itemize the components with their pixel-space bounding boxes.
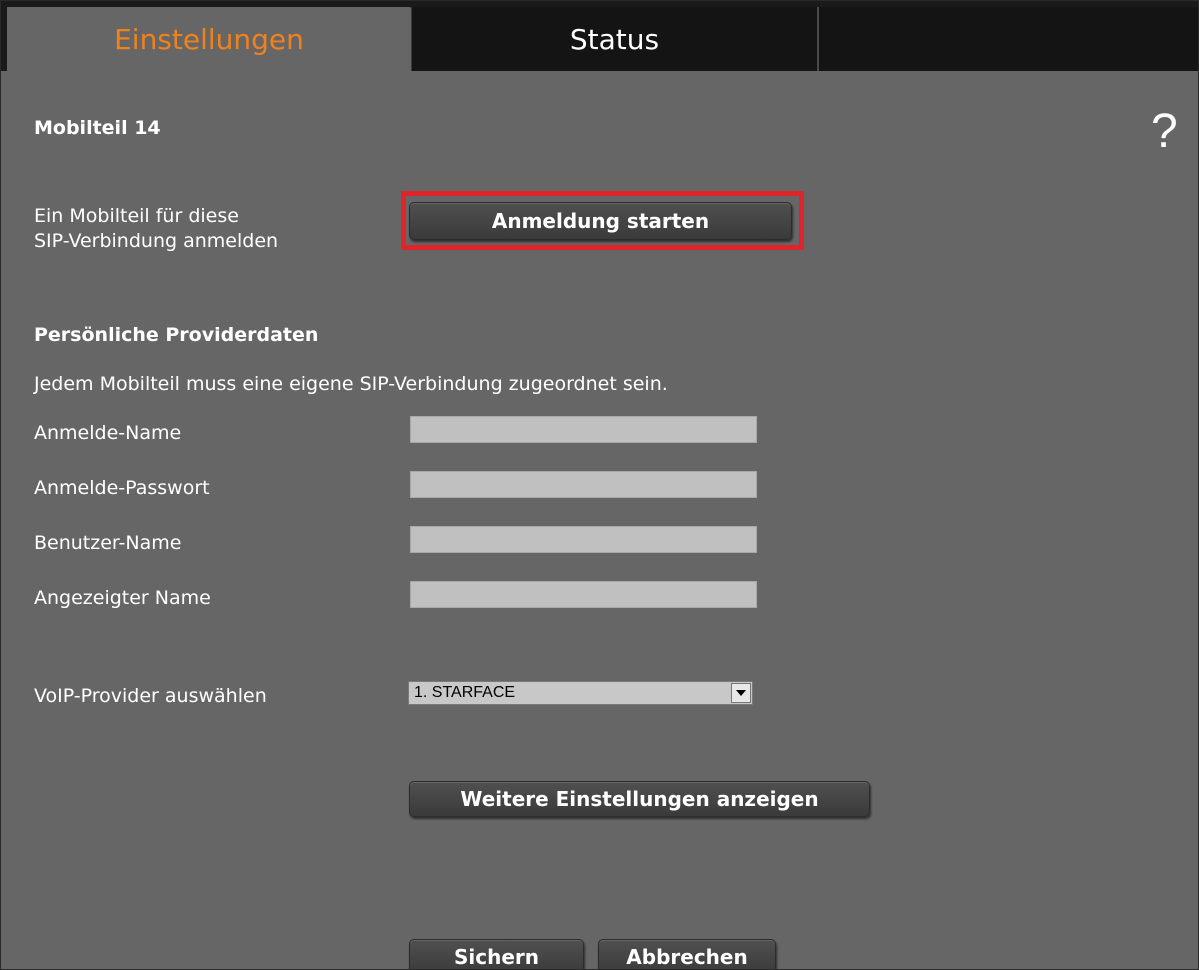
login-name-label: Anmelde-Name [34,422,182,444]
voip-provider-select[interactable]: 1. STARFACE [408,681,753,705]
provider-note: Jedem Mobilteil muss eine eigene SIP-Ver… [34,373,668,395]
voip-provider-selected: 1. STARFACE [414,684,516,701]
page-title: Mobilteil 14 [34,117,161,139]
user-name-label: Benutzer-Name [34,532,182,554]
help-icon[interactable]: ? [1151,102,1178,162]
voip-provider-label: VoIP-Provider auswählen [34,685,267,707]
cancel-button[interactable]: Abbrechen [598,939,776,969]
settings-page: Einstellungen Status Mobilteil 14 ? Ein … [0,0,1199,970]
display-name-label: Angezeigter Name [34,587,211,609]
tab-status[interactable]: Status [411,7,819,71]
chevron-down-icon[interactable] [731,683,751,703]
tab-einstellungen[interactable]: Einstellungen [7,7,411,71]
anmeldung-starten-button[interactable]: Anmeldung starten [409,202,792,240]
login-password-field[interactable] [410,471,757,498]
display-name-field[interactable] [410,581,757,608]
login-password-label: Anmelde-Passwort [34,477,210,499]
more-settings-button[interactable]: Weitere Einstellungen anzeigen [409,781,870,817]
save-button[interactable]: Sichern [409,939,584,969]
tab-bar-filler [819,7,1198,71]
tab-bar: Einstellungen Status [1,1,1198,71]
login-name-field[interactable] [410,416,757,443]
register-description-line1: Ein Mobilteil für diese [34,205,239,227]
provider-section-heading: Persönliche Providerdaten [34,324,319,346]
user-name-field[interactable] [410,526,757,553]
register-description-line2: SIP-Verbindung anmelden [34,230,279,252]
